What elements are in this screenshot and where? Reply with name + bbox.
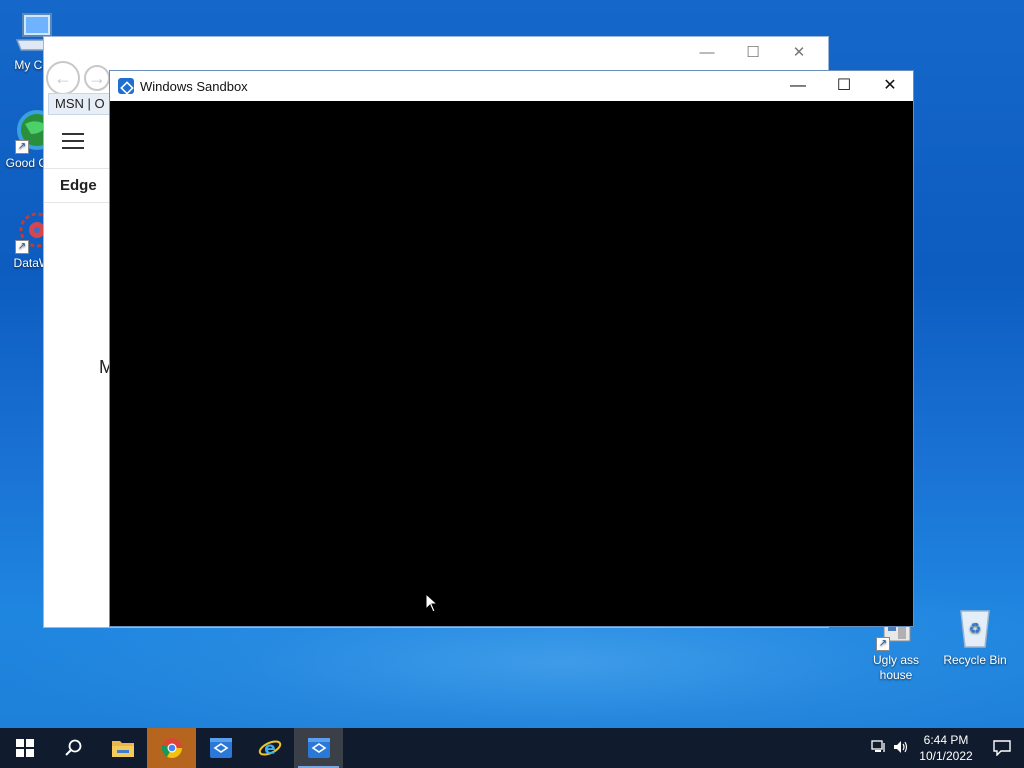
msn-tab-title: MSN | O <box>55 96 105 111</box>
mouse-cursor-icon <box>425 593 439 613</box>
forward-arrow-icon[interactable]: → <box>84 65 110 91</box>
ie-minimize-button[interactable]: — <box>684 44 730 61</box>
clock-date: 10/1/2022 <box>919 749 973 763</box>
taskbar-windows-sandbox-active[interactable] <box>294 728 343 768</box>
taskbar: e 6:44 PM 10/1/2022 <box>0 728 1024 768</box>
maximize-button[interactable]: ☐ <box>821 71 867 101</box>
taskbar-file-explorer[interactable] <box>98 728 147 768</box>
hamburger-menu-icon[interactable] <box>62 133 84 154</box>
minimize-button[interactable]: — <box>775 71 821 101</box>
ie-titlebar: — ☐ ✕ <box>44 37 828 67</box>
recycle-bin-icon: ♻ <box>953 605 997 649</box>
windows-logo-icon <box>15 739 34 757</box>
clock[interactable]: 6:44 PM 10/1/2022 <box>912 732 980 764</box>
taskbar-windows-sandbox[interactable] <box>196 728 245 768</box>
sandbox-icon <box>307 738 330 758</box>
network-icon[interactable] <box>868 739 890 757</box>
ie-close-button[interactable]: ✕ <box>776 43 822 61</box>
close-button[interactable]: ✕ <box>867 71 913 101</box>
sandbox-titlebar[interactable]: Windows Sandbox — ☐ ✕ <box>110 71 913 101</box>
start-button[interactable] <box>0 728 49 768</box>
sandbox-content-area[interactable] <box>110 101 913 626</box>
desktop-icon-label: Ugly ass house <box>872 653 919 682</box>
notification-center-button[interactable] <box>980 728 1024 768</box>
svg-text:e: e <box>264 739 276 759</box>
taskbar-chrome[interactable] <box>147 728 196 768</box>
desktop-icon-recycle-bin[interactable]: ♻ Recycle Bin <box>940 605 1010 668</box>
volume-icon[interactable] <box>890 740 912 757</box>
windows-sandbox-icon <box>118 78 134 94</box>
system-tray: 6:44 PM 10/1/2022 <box>868 728 1024 768</box>
desktop-icon-label: Recycle Bin <box>943 653 1007 667</box>
folder-icon <box>111 741 134 757</box>
ie-maximize-button[interactable]: ☐ <box>730 43 776 61</box>
edge-nav-label[interactable]: Edge <box>60 177 97 194</box>
chrome-icon <box>161 738 182 758</box>
windows-sandbox-window[interactable]: Windows Sandbox — ☐ ✕ <box>109 70 914 627</box>
clock-time: 6:44 PM <box>923 733 969 747</box>
shortcut-arrow-icon: ↗ <box>15 240 29 254</box>
shortcut-arrow-icon: ↗ <box>15 140 29 154</box>
search-icon <box>64 739 81 756</box>
internet-explorer-icon: e <box>258 739 281 759</box>
window-title: Windows Sandbox <box>140 78 248 94</box>
svg-text:♻: ♻ <box>969 621 982 637</box>
taskbar-internet-explorer[interactable]: e <box>245 728 294 768</box>
back-arrow-icon[interactable]: ← <box>46 61 80 95</box>
sandbox-icon <box>209 738 232 758</box>
window-controls: — ☐ ✕ <box>775 71 913 101</box>
notification-icon <box>993 740 1011 756</box>
search-button[interactable] <box>49 728 98 768</box>
ie-navigation: ← → <box>46 61 110 95</box>
shortcut-arrow-icon: ↗ <box>876 637 890 651</box>
